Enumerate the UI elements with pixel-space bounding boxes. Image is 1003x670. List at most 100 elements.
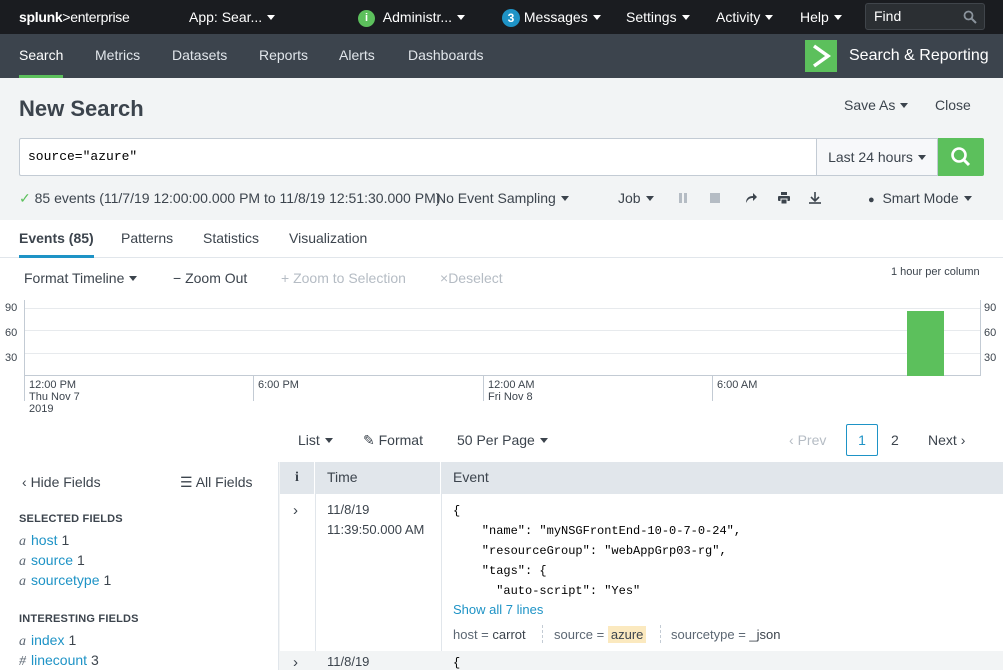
event-field-source[interactable]: source = azure (554, 626, 647, 643)
caret-down-icon (765, 14, 774, 20)
top-bar: splunk>enterprise App: Sear... i Adminis… (0, 0, 1003, 34)
time-column-header[interactable]: Time (315, 462, 441, 494)
tab-patterns[interactable]: Patterns (121, 220, 173, 258)
time-range-picker[interactable]: Last 24 hours (816, 138, 938, 176)
plus-icon: + (281, 270, 290, 286)
chevron-left-icon: ‹ (22, 474, 27, 490)
close-button[interactable]: Close (935, 97, 971, 113)
next-page-button[interactable]: Next › (928, 432, 965, 448)
timeline-bar[interactable] (907, 311, 944, 376)
app-logo-icon (805, 40, 837, 72)
prev-page-button[interactable]: ‹ Prev (789, 432, 826, 448)
event-column-header: Event (453, 469, 489, 485)
caret-down-icon (963, 195, 972, 201)
table-row: › 11/8/19 11:39:50.000 AM { "name": "myN… (280, 494, 1003, 651)
pause-icon[interactable] (678, 193, 688, 203)
table-row: › 11/8/19 { (280, 651, 1003, 670)
x-label: 12:00 AM Fri Nov 8 (488, 379, 535, 403)
expand-row-icon[interactable]: › (293, 654, 298, 670)
save-as-button[interactable]: Save As (844, 97, 909, 113)
x-tick (253, 376, 254, 401)
event-field-host[interactable]: host = carrot (453, 627, 526, 642)
event-line: "tags": { (453, 564, 547, 578)
event-line: "resourceGroup": "webAppGrp03-rg", (453, 544, 727, 558)
splunk-logo[interactable]: splunk>enterprise (19, 0, 130, 34)
event-line: { (453, 504, 461, 518)
event-date: 11/8/19 (327, 654, 370, 669)
page-1-button[interactable]: 1 (846, 424, 878, 456)
gridline (25, 353, 980, 355)
event-sampling-menu[interactable]: No Event Sampling (436, 187, 569, 209)
field-index[interactable]: a index 1 (19, 632, 76, 650)
nav-tab-alerts[interactable]: Alerts (339, 34, 375, 78)
y-tick-left: 60 (5, 327, 18, 339)
y-tick-right: 90 (984, 302, 997, 314)
activity-menu[interactable]: Activity (716, 0, 774, 34)
hide-fields-button[interactable]: ‹ Hide Fields (22, 474, 101, 490)
chevron-left-icon: ‹ (789, 432, 794, 448)
y-tick-right: 30 (984, 352, 997, 364)
column-divider (441, 494, 442, 670)
caret-down-icon (539, 437, 548, 443)
field-source[interactable]: a source 1 (19, 552, 85, 570)
search-input[interactable]: source="azure" (19, 138, 816, 176)
field-host[interactable]: a host 1 (19, 532, 69, 550)
per-page-menu[interactable]: 50 Per Page (457, 432, 548, 448)
settings-menu[interactable]: Settings (626, 0, 690, 34)
nav-tab-reports[interactable]: Reports (259, 34, 308, 78)
interesting-fields-heading: INTERESTING FIELDS (19, 613, 139, 625)
search-button[interactable] (938, 138, 984, 176)
gridline (25, 330, 980, 332)
app-menu[interactable]: App: Sear... (189, 0, 276, 34)
y-tick-left: 30 (5, 352, 18, 364)
event-line: "name": "myNSGFrontEnd-10-0-7-0-24", (453, 524, 742, 538)
x-label: 6:00 AM (717, 379, 758, 391)
field-linecount[interactable]: # linecount 3 (19, 652, 99, 670)
tab-visualization[interactable]: Visualization (289, 220, 367, 258)
close-icon: × (440, 270, 449, 286)
event-field-sourcetype[interactable]: sourcetype = _json (671, 627, 781, 642)
info-column-header[interactable]: i (280, 462, 315, 494)
download-icon[interactable] (809, 192, 821, 204)
events-table: i Time Event › 11/8/19 11:39:50.000 AM {… (280, 462, 1003, 670)
messages-menu[interactable]: 3 Messages (502, 0, 601, 34)
event-count-status: ✓ 85 events (11/7/19 12:00:00.000 PM to … (19, 190, 441, 206)
help-menu[interactable]: Help (800, 0, 842, 34)
x-tick (712, 376, 713, 401)
job-menu[interactable]: Job (618, 187, 654, 209)
list-view-menu[interactable]: List (298, 432, 333, 448)
tab-statistics[interactable]: Statistics (203, 220, 259, 258)
caret-down-icon (917, 154, 926, 160)
all-fields-button[interactable]: ☰ All Fields (180, 474, 252, 491)
result-tabs: Events (85) Patterns Statistics Visualiz… (0, 220, 1003, 258)
messages-count-badge: 3 (502, 9, 520, 28)
app-nav-bar: Search Metrics Datasets Reports Alerts D… (0, 34, 1003, 78)
admin-menu[interactable]: i Administr... (358, 0, 466, 34)
nav-tab-dashboards[interactable]: Dashboards (408, 34, 484, 78)
tab-events[interactable]: Events (85) (19, 220, 94, 258)
show-all-lines-link[interactable]: Show all 7 lines (453, 602, 543, 617)
nav-tab-datasets[interactable]: Datasets (172, 34, 227, 78)
format-button[interactable]: ✎ Format (363, 432, 423, 449)
print-icon[interactable] (778, 192, 790, 204)
zoom-out-button[interactable]: − Zoom Out (173, 270, 247, 286)
field-sourcetype[interactable]: a sourcetype 1 (19, 572, 111, 590)
app-title: Search & Reporting (849, 47, 989, 64)
stop-icon[interactable] (710, 193, 720, 203)
format-timeline-menu[interactable]: Format Timeline (24, 270, 138, 286)
nav-tab-metrics[interactable]: Metrics (95, 34, 140, 78)
find-input[interactable]: Find (865, 3, 985, 30)
expand-row-icon[interactable]: › (293, 502, 298, 519)
event-date: 11/8/19 (327, 502, 370, 517)
page-2-button[interactable]: 2 (891, 432, 899, 448)
share-icon[interactable] (745, 192, 757, 204)
deselect-button[interactable]: ×Deselect (440, 270, 503, 286)
search-mode-menu[interactable]: ● Smart Mode (868, 187, 972, 211)
zoom-to-selection-button[interactable]: + Zoom to Selection (281, 270, 406, 286)
column-divider (315, 494, 316, 670)
nav-tab-search[interactable]: Search (19, 34, 64, 78)
page-title: New Search (19, 96, 144, 121)
timeline-chart[interactable] (24, 300, 981, 376)
selected-fields-heading: SELECTED FIELDS (19, 513, 123, 525)
timeline-scale-note: 1 hour per column (891, 266, 980, 278)
